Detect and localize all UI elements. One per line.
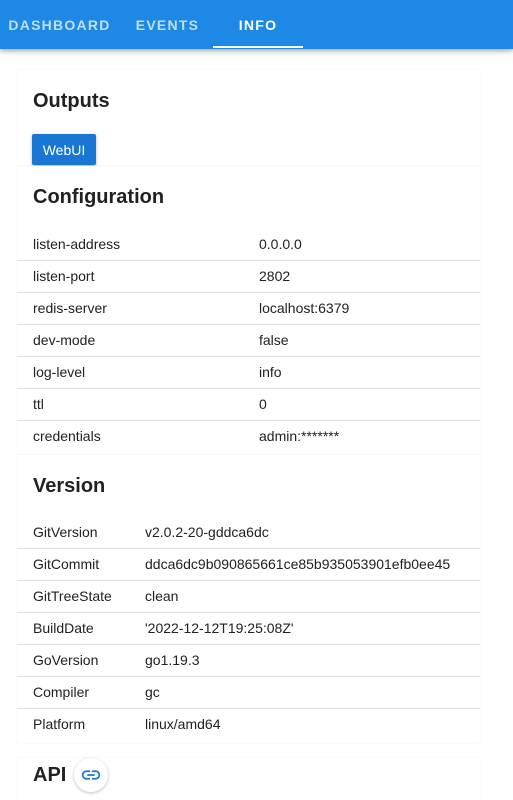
version-title: Version bbox=[33, 475, 106, 497]
version-row: Compiler gc bbox=[17, 675, 480, 708]
version-key: GoVersion bbox=[17, 643, 129, 676]
version-value: v2.0.2-20-gddca6dc bbox=[145, 523, 269, 540]
link-icon bbox=[81, 770, 101, 780]
config-row: credentials admin:******* bbox=[17, 419, 480, 452]
config-value: localhost:6379 bbox=[243, 291, 480, 324]
outputs-card: Outputs WebUI bbox=[17, 70, 480, 165]
config-value: admin:******* bbox=[243, 419, 480, 452]
version-value: '2022-12-12T19:25:08Z' bbox=[129, 611, 480, 644]
version-row: GitTreeState clean bbox=[17, 579, 480, 612]
version-value: clean bbox=[129, 579, 480, 612]
tab-dashboard[interactable]: DASHBOARD bbox=[0, 0, 119, 49]
tab-info[interactable]: INFO bbox=[213, 0, 303, 49]
version-value: linux/amd64 bbox=[129, 707, 480, 740]
config-value: 0 bbox=[243, 387, 480, 420]
config-value: 0.0.0.0 bbox=[259, 235, 302, 252]
api-title: API bbox=[33, 764, 67, 786]
version-value: gc bbox=[129, 675, 480, 708]
config-row: listen-port 2802 bbox=[17, 259, 480, 292]
version-key: GitTreeState bbox=[17, 579, 129, 612]
config-key: listen-port bbox=[17, 259, 243, 292]
version-value: ddca6dc9b090865661ce85b935053901efb0ee45 bbox=[129, 547, 480, 580]
configuration-card: Configuration listen-address 0.0.0.0 liste… bbox=[17, 166, 480, 454]
app-bar: DASHBOARD EVENTS INFO bbox=[0, 0, 513, 49]
config-value: false bbox=[243, 323, 480, 356]
webui-button[interactable]: WebUI bbox=[32, 134, 96, 165]
config-key: redis-server bbox=[17, 291, 243, 324]
config-key: dev-mode bbox=[17, 323, 243, 356]
version-key: GitCommit bbox=[17, 547, 129, 580]
config-value: info bbox=[243, 355, 480, 388]
version-table: GitVersion v2.0.2-20-gddca6dc GitCommit ddc… bbox=[17, 516, 480, 740]
version-row: GitVersion v2.0.2-20-gddca6dc bbox=[17, 516, 480, 548]
active-tab-indicator bbox=[213, 46, 303, 48]
version-key: Compiler bbox=[17, 675, 129, 708]
api-link-button[interactable] bbox=[74, 758, 108, 792]
config-key: credentials bbox=[17, 419, 243, 452]
outputs-title: Outputs bbox=[33, 90, 110, 112]
config-row: log-level info bbox=[17, 355, 480, 388]
config-row: redis-server localhost:6379 bbox=[17, 291, 480, 324]
config-value: 2802 bbox=[243, 259, 480, 292]
config-row: listen-address 0.0.0.0 bbox=[17, 228, 480, 260]
config-key: ttl bbox=[17, 387, 243, 420]
config-row: dev-mode false bbox=[17, 323, 480, 356]
version-row: Platform linux/amd64 bbox=[17, 707, 480, 740]
configuration-table: listen-address 0.0.0.0 listen-port 2802 redi… bbox=[17, 228, 480, 452]
version-row: GoVersion go1.19.3 bbox=[17, 643, 480, 676]
config-key: log-level bbox=[17, 355, 243, 388]
version-card: Version GitVersion v2.0.2-20-gddca6dc GitC… bbox=[17, 455, 480, 743]
api-card: API bbox=[17, 758, 480, 800]
tab-events[interactable]: EVENTS bbox=[119, 0, 216, 49]
version-row: GitCommit ddca6dc9b090865661ce85b93505390… bbox=[17, 547, 480, 580]
config-row: ttl 0 bbox=[17, 387, 480, 420]
version-key: GitVersion bbox=[33, 523, 98, 540]
config-key: listen-address bbox=[33, 235, 121, 252]
configuration-title: Configuration bbox=[33, 186, 165, 208]
version-row: BuildDate '2022-12-12T19:25:08Z' bbox=[17, 611, 480, 644]
version-key: Platform bbox=[17, 707, 129, 740]
version-value: go1.19.3 bbox=[129, 643, 480, 676]
version-key: BuildDate bbox=[17, 611, 129, 644]
